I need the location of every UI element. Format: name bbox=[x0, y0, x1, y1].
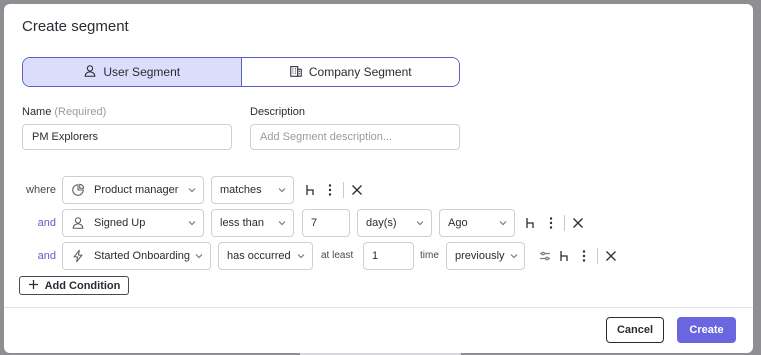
building-icon bbox=[289, 64, 303, 81]
chevron-down-icon bbox=[277, 185, 287, 195]
chevron-down-icon bbox=[296, 251, 306, 261]
company-segment-tab[interactable]: Company Segment bbox=[241, 58, 459, 86]
property-select-2[interactable]: Signed Up bbox=[62, 209, 204, 237]
remove-condition-icon[interactable] bbox=[570, 215, 586, 231]
filter-settings-icon[interactable] bbox=[537, 248, 553, 264]
count-unit-label: time bbox=[420, 250, 439, 261]
lightning-icon bbox=[71, 249, 85, 263]
user-segment-tab[interactable]: User Segment bbox=[23, 58, 242, 86]
group-icon[interactable] bbox=[523, 215, 539, 231]
property-value-2: Signed Up bbox=[94, 217, 146, 229]
timeframe-value-3: previously bbox=[455, 250, 505, 262]
required-hint: (Required) bbox=[54, 106, 107, 118]
property-value-3: Started Onboarding bbox=[94, 250, 191, 262]
unit-select-2[interactable]: day(s) bbox=[357, 209, 432, 237]
description-input[interactable] bbox=[250, 124, 460, 150]
operator-select-1[interactable]: matches bbox=[211, 176, 294, 204]
more-options-icon[interactable] bbox=[543, 215, 559, 231]
condition-row-1: where bbox=[22, 176, 60, 204]
property-value-1: Product manager bbox=[94, 184, 179, 196]
chevron-down-icon bbox=[277, 218, 287, 228]
dialog-title: Create segment bbox=[22, 18, 129, 35]
chevron-down-icon bbox=[498, 218, 508, 228]
condition-row-2: and bbox=[22, 209, 60, 237]
conjunction-and: and bbox=[37, 217, 56, 229]
property-select-3[interactable]: Started Onboarding bbox=[62, 242, 211, 270]
direction-select-2[interactable]: Ago bbox=[439, 209, 515, 237]
conjunction-where: where bbox=[26, 184, 56, 196]
operator-select-2[interactable]: less than bbox=[211, 209, 294, 237]
operator-value-2: less than bbox=[220, 217, 265, 229]
operator-value-1: matches bbox=[220, 184, 262, 196]
divider bbox=[597, 248, 598, 264]
remove-condition-icon[interactable] bbox=[349, 182, 365, 198]
group-icon[interactable] bbox=[557, 248, 573, 264]
condition-row-3: and bbox=[22, 242, 60, 270]
company-segment-label: Company Segment bbox=[308, 65, 412, 79]
chevron-down-icon bbox=[415, 218, 425, 228]
user-segment-label: User Segment bbox=[103, 65, 181, 79]
unit-value-2: day(s) bbox=[366, 217, 397, 229]
divider bbox=[343, 182, 344, 198]
name-label: Name (Required) bbox=[22, 106, 106, 118]
pie-chart-icon bbox=[71, 183, 85, 197]
chevron-down-icon bbox=[509, 251, 519, 261]
operator-select-3[interactable]: has occurred bbox=[218, 242, 313, 270]
divider bbox=[564, 215, 565, 231]
add-condition-label: Add Condition bbox=[44, 279, 121, 292]
segment-type-toggle: User Segment Company Segment bbox=[22, 57, 460, 87]
conjunction-and: and bbox=[37, 250, 56, 262]
cancel-button[interactable]: Cancel bbox=[606, 317, 664, 343]
create-button[interactable]: Create bbox=[677, 317, 736, 343]
more-options-icon[interactable] bbox=[322, 182, 338, 198]
name-input[interactable] bbox=[22, 124, 232, 150]
chevron-down-icon bbox=[194, 251, 204, 261]
create-segment-dialog: Create segment User Segment Company Segm… bbox=[4, 4, 753, 353]
user-icon bbox=[83, 64, 97, 81]
qualifier-label: at least bbox=[321, 250, 354, 261]
group-icon[interactable] bbox=[303, 182, 319, 198]
operator-value-3: has occurred bbox=[227, 250, 291, 262]
property-select-1[interactable]: Product manager bbox=[62, 176, 204, 204]
add-condition-button[interactable]: Add Condition bbox=[19, 276, 129, 295]
name-label-text: Name bbox=[22, 106, 52, 118]
footer-divider bbox=[4, 307, 753, 308]
user-icon bbox=[71, 216, 85, 230]
plus-icon bbox=[28, 279, 39, 293]
timeframe-select-3[interactable]: previously bbox=[446, 242, 525, 270]
value-input-2[interactable]: 7 bbox=[302, 209, 350, 237]
chevron-down-icon bbox=[187, 218, 197, 228]
more-options-icon[interactable] bbox=[576, 248, 592, 264]
count-input-3[interactable]: 1 bbox=[363, 242, 414, 270]
description-label: Description bbox=[250, 106, 306, 118]
remove-condition-icon[interactable] bbox=[603, 248, 619, 264]
chevron-down-icon bbox=[187, 185, 197, 195]
direction-value-2: Ago bbox=[448, 217, 468, 229]
